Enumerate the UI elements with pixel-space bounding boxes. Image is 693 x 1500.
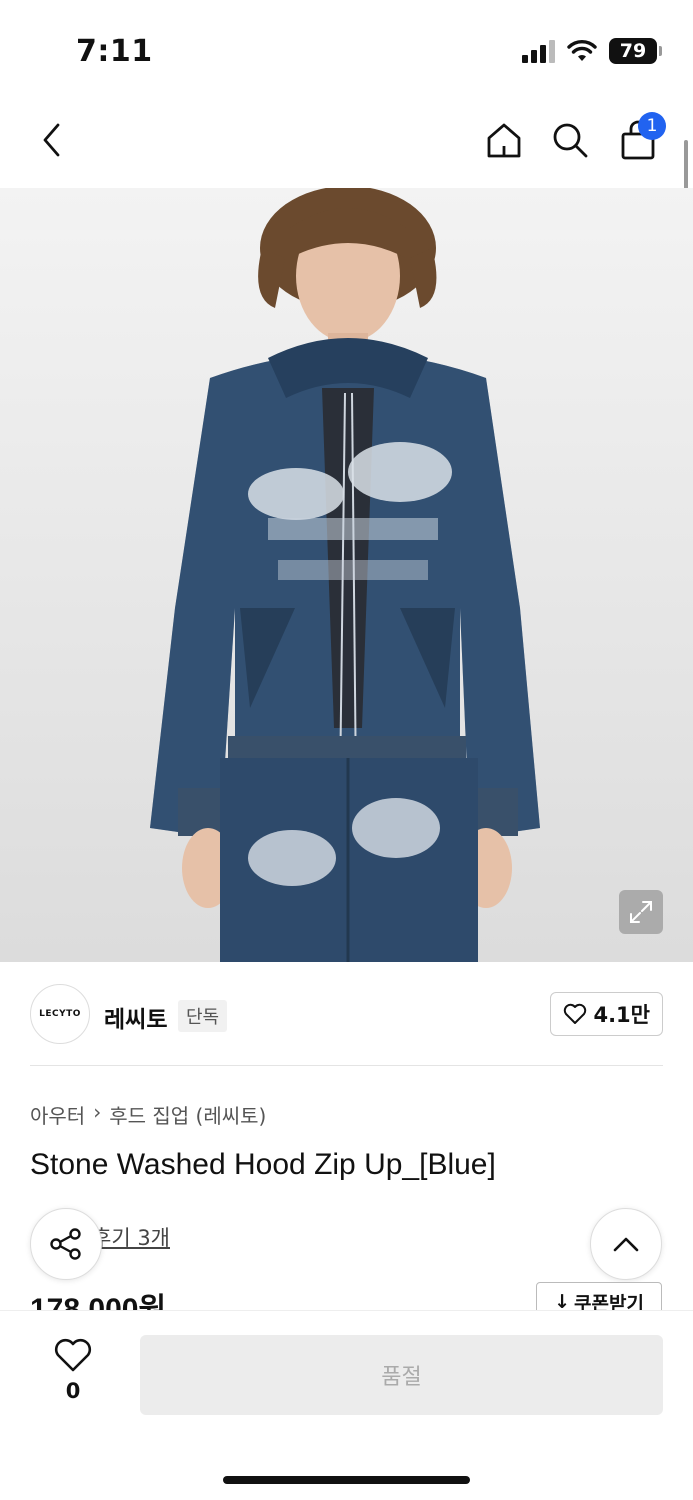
home-icon [487,123,521,158]
expand-image-button[interactable] [619,890,663,934]
search-button[interactable] [548,118,592,162]
heart-icon [564,1003,587,1024]
chevron-right-icon: › [93,1100,102,1124]
search-icon [553,123,588,158]
brand-row: LECYTO 레씨토 단독 4.1만 [0,962,693,1066]
share-button[interactable] [30,1208,102,1280]
brand-logo[interactable]: LECYTO [30,984,90,1044]
soldout-button[interactable]: 품절 [140,1335,663,1415]
top-nav: 1 [0,100,693,180]
brand-name[interactable]: 레씨토 [104,1000,167,1034]
wifi-icon [567,40,597,61]
wishlist-button[interactable]: 0 [50,1337,96,1403]
wishlist-count: 0 [65,1379,81,1403]
chevron-up-icon [613,1237,639,1252]
breadcrumb-category[interactable]: 아우터 [30,1100,85,1129]
back-icon [43,123,60,157]
cart-count-badge: 1 [638,112,666,140]
battery-indicator: 79 [609,38,662,64]
status-time: 7:11 [76,34,153,69]
status-icons: 79 [522,38,662,64]
home-indicator [223,1476,470,1484]
brand-like-button[interactable]: 4.1만 [550,992,663,1036]
cart-button[interactable]: 1 [616,112,666,162]
product-image[interactable] [0,188,693,962]
product-title: Stone Washed Hood Zip Up_[Blue] [30,1148,496,1181]
exclusive-badge: 단독 [178,1000,228,1032]
review-link[interactable]: 후기 3개 [92,1222,170,1252]
product-photo [150,188,540,962]
breadcrumb-subcategory[interactable]: 후드 집업 (레씨토) [109,1100,266,1129]
breadcrumb: 아우터 › 후드 집업 (레씨토) [30,1100,266,1129]
brand-like-count: 4.1만 [593,1003,650,1027]
share-icon [50,1228,81,1260]
back-button[interactable] [30,118,74,162]
battery-level: 79 [619,40,647,62]
home-button[interactable] [482,118,526,162]
expand-icon [630,901,652,923]
scroll-to-top-button[interactable] [590,1208,662,1280]
divider [30,1065,663,1066]
cellular-signal-icon [522,39,555,63]
heart-icon [54,1338,92,1372]
bottom-action-bar: 0 품절 [0,1310,693,1500]
brand-logo-text: LECYTO [39,1009,81,1019]
status-bar: 7:11 79 [0,0,693,100]
